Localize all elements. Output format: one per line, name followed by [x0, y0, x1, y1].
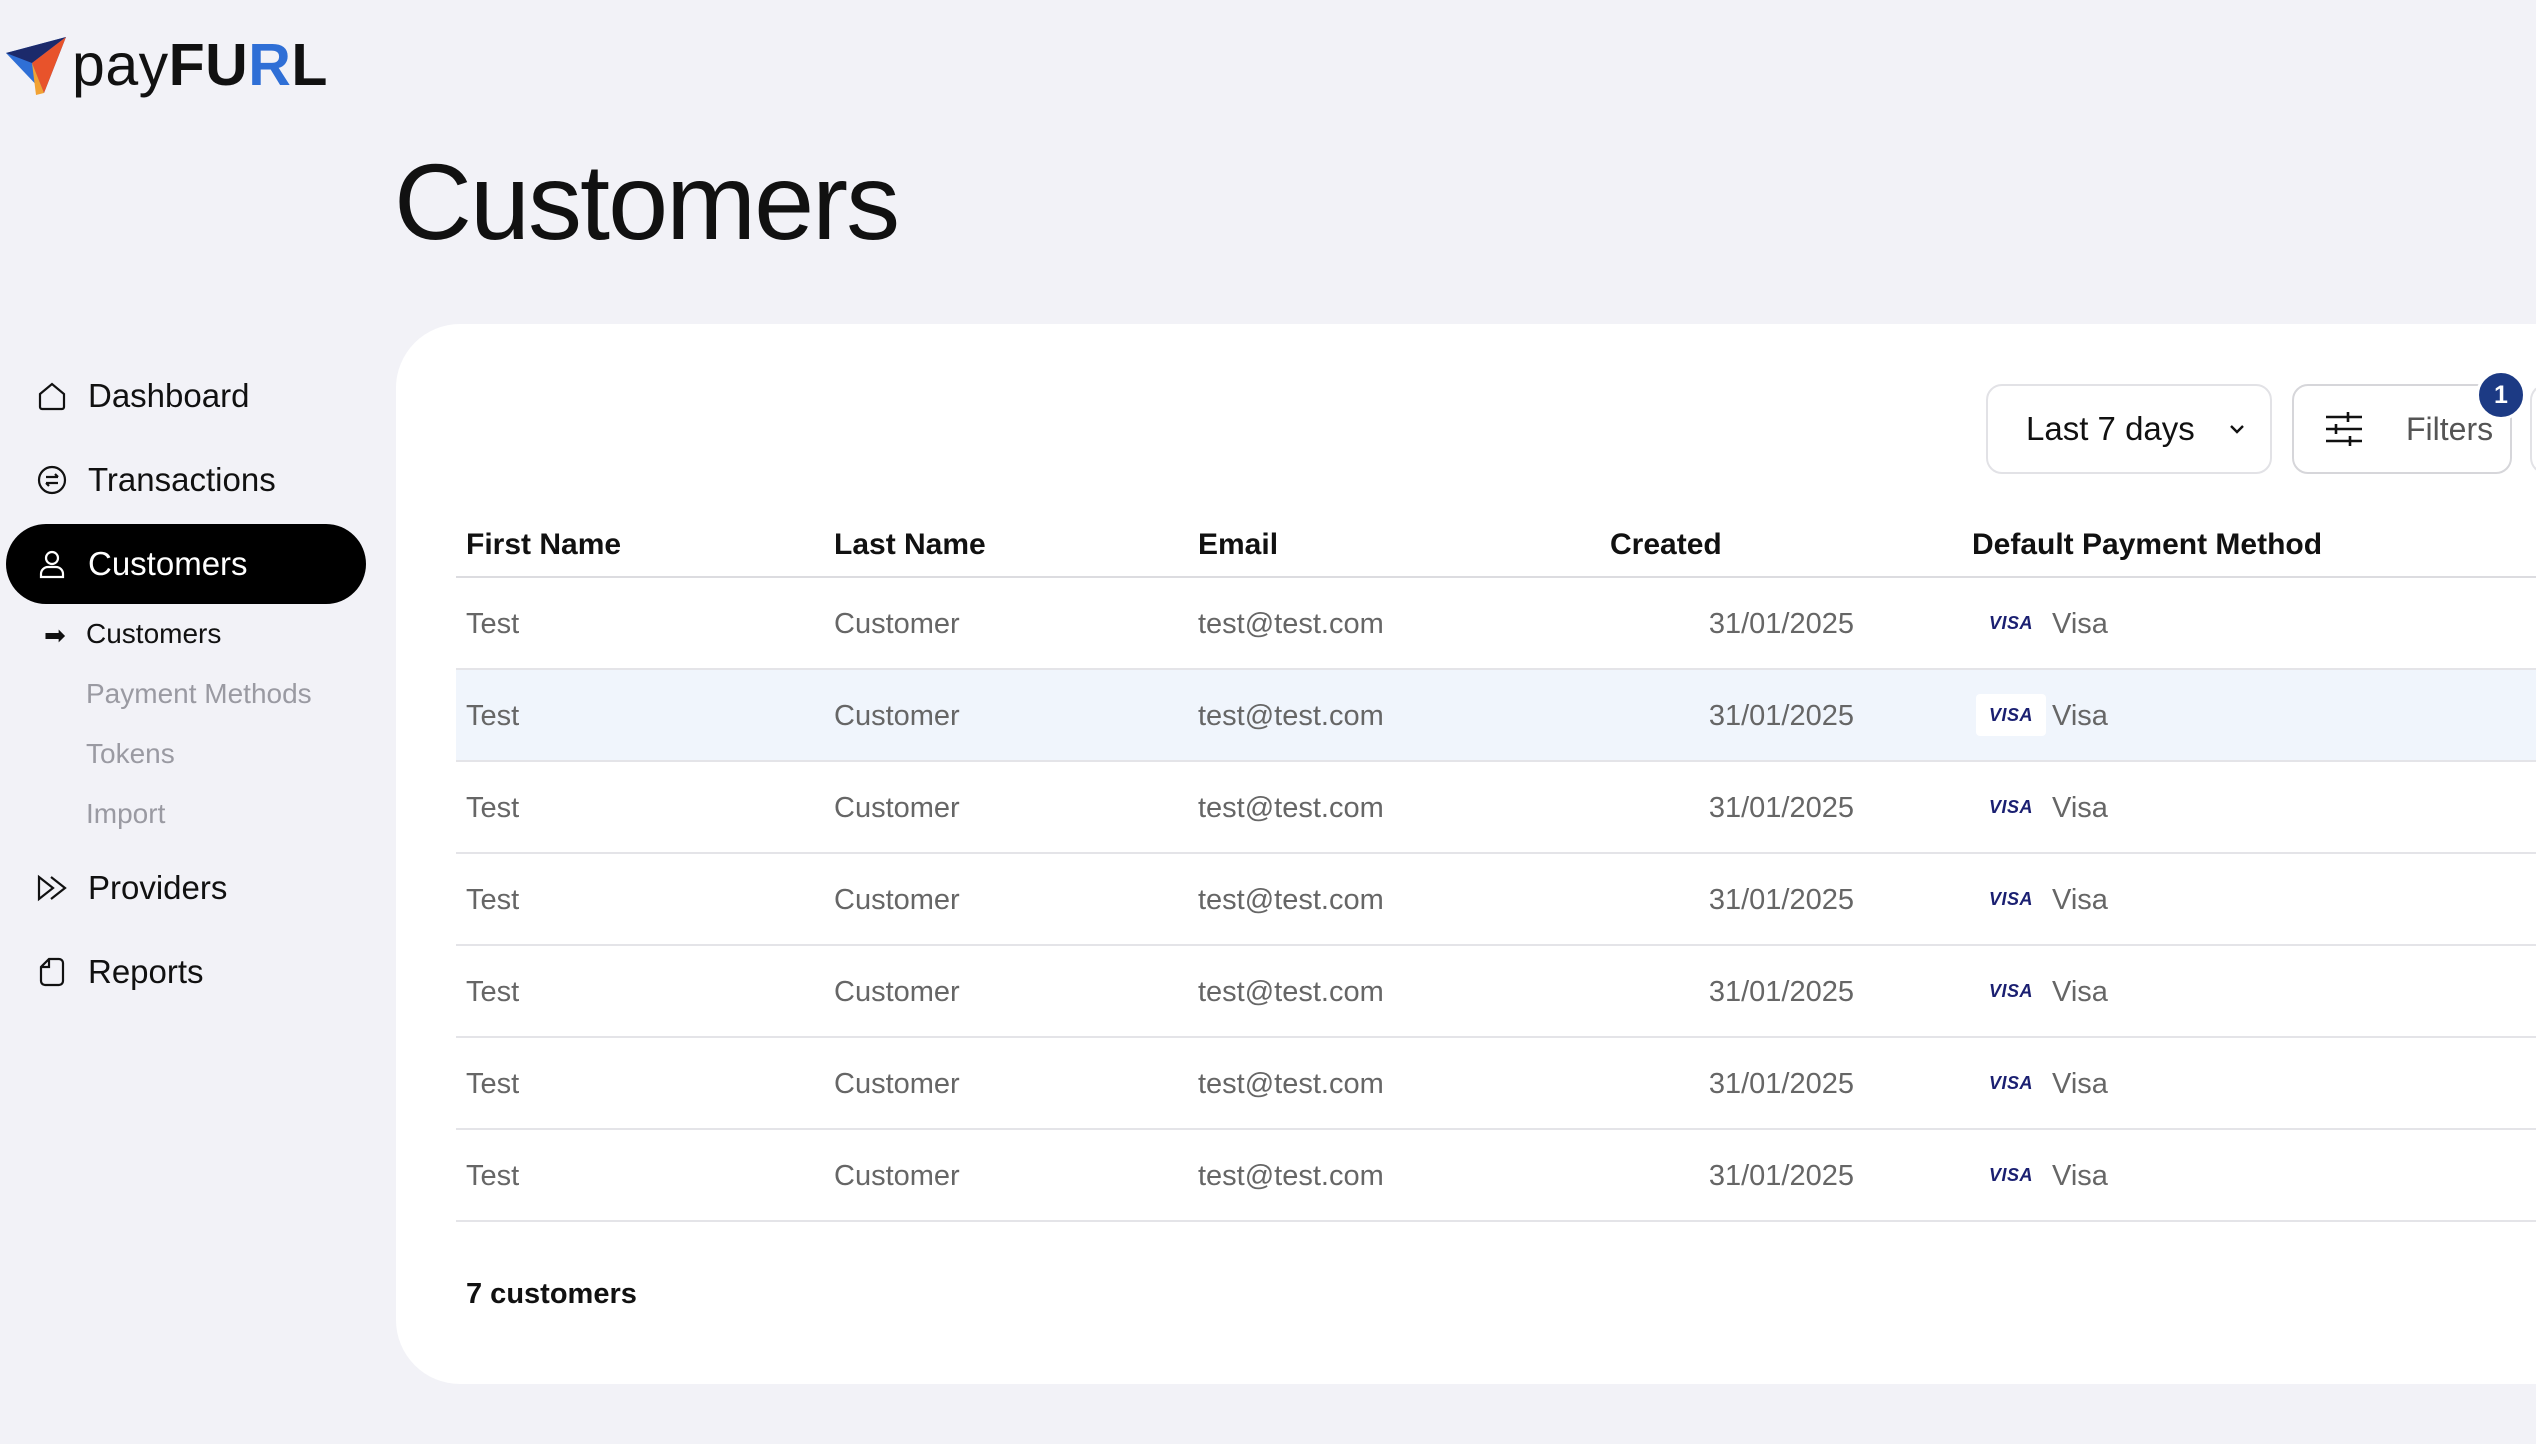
header-first-name[interactable]: First Name [466, 528, 621, 562]
cell-first-name: Test [466, 608, 520, 640]
cell-payment-method: Visa [2052, 700, 2108, 732]
cell-payment-method: Visa [2052, 1160, 2108, 1192]
visa-card-icon: VISA [1988, 980, 2033, 1001]
cell-last-name: Customer [834, 700, 960, 732]
paper-plane-logo-icon [6, 37, 66, 95]
cell-created: 31/01/2025 [1708, 976, 1854, 1008]
subnav-payment-methods[interactable]: Payment Methods [86, 678, 312, 710]
filters-label: Filters [2406, 410, 2494, 447]
cell-last-name: Customer [834, 976, 960, 1008]
visa-card-icon: VISA [1988, 796, 2033, 817]
cell-first-name: Test [466, 792, 520, 824]
visa-card-icon: VISA [1988, 888, 2033, 909]
cell-payment-method: Visa [2052, 608, 2108, 640]
cell-email: test@test.com [1198, 1160, 1384, 1192]
sidebar-item-customers[interactable]: Customers [6, 524, 366, 604]
cell-email: test@test.com [1198, 884, 1384, 916]
cell-created: 31/01/2025 [1708, 700, 1854, 732]
cell-first-name: Test [466, 976, 520, 1008]
sidebar-item-label: Transactions [88, 461, 276, 498]
header-last-name[interactable]: Last Name [834, 528, 986, 562]
sidebar-item-label: Customers [88, 545, 248, 582]
visa-card-icon: VISA [1976, 694, 2046, 736]
cell-last-name: Customer [834, 608, 960, 640]
table-row[interactable]: Test Customer test@test.com 31/01/2025 V… [456, 762, 2536, 854]
cell-created: 31/01/2025 [1708, 1068, 1854, 1100]
sidebar-item-label: Reports [88, 953, 204, 990]
cell-email: test@test.com [1198, 700, 1384, 732]
subnav-tokens[interactable]: Tokens [86, 738, 175, 770]
customers-table: First Name Last Name Email Created Defau… [456, 510, 2536, 1222]
sidebar-item-reports[interactable]: Reports [6, 932, 366, 1012]
date-range-select[interactable]: Last 7 days [1986, 384, 2272, 474]
cell-payment-method: Visa [2052, 976, 2108, 1008]
customer-count: 7 customers [466, 1278, 637, 1310]
cell-email: test@test.com [1198, 608, 1384, 640]
cell-last-name: Customer [834, 1068, 960, 1100]
cell-created: 31/01/2025 [1708, 884, 1854, 916]
cell-email: test@test.com [1198, 792, 1384, 824]
header-created[interactable]: Created [1610, 528, 1722, 562]
visa-card-icon: VISA [1988, 1072, 2033, 1093]
header-default-payment-method[interactable]: Default Payment Method [1972, 528, 2322, 562]
table-row[interactable]: Test Customer test@test.com 31/01/2025 V… [456, 946, 2536, 1038]
cell-last-name: Customer [834, 792, 960, 824]
table-header: First Name Last Name Email Created Defau… [456, 510, 2536, 578]
user-icon [34, 546, 70, 582]
date-range-value: Last 7 days [2026, 410, 2195, 447]
sidebar-item-providers[interactable]: Providers [6, 848, 366, 928]
sidebar-item-label: Providers [88, 869, 228, 906]
cell-created: 31/01/2025 [1708, 792, 1854, 824]
sidebar-item-dashboard[interactable]: Dashboard [6, 356, 366, 436]
home-icon [34, 378, 70, 414]
sidebar-item-transactions[interactable]: Transactions [6, 440, 366, 520]
filter-count-badge: 1 [2476, 370, 2526, 420]
table-row[interactable]: Test Customer test@test.com 31/01/2025 V… [456, 1038, 2536, 1130]
chevron-down-icon [2230, 425, 2244, 434]
subnav-import[interactable]: Import [86, 798, 165, 830]
more-actions-button[interactable] [2530, 384, 2536, 474]
cell-payment-method: Visa [2052, 1068, 2108, 1100]
payfurl-logo[interactable]: payFURL [6, 30, 328, 100]
exchange-icon [34, 462, 70, 498]
visa-card-icon: VISA [1988, 612, 2033, 633]
cell-created: 31/01/2025 [1708, 608, 1854, 640]
table-row[interactable]: Test Customer test@test.com 31/01/2025 V… [456, 854, 2536, 946]
header-email[interactable]: Email [1198, 528, 1278, 562]
table-row[interactable]: Test Customer test@test.com 31/01/2025 V… [456, 578, 2536, 670]
visa-card-icon: VISA [1988, 1164, 2033, 1185]
cell-email: test@test.com [1198, 976, 1384, 1008]
cell-email: test@test.com [1198, 1068, 1384, 1100]
document-icon [34, 954, 70, 990]
cell-first-name: Test [466, 1068, 520, 1100]
logo-wordmark: payFURL [72, 31, 328, 98]
cell-first-name: Test [466, 1160, 520, 1192]
forward-icon [34, 870, 70, 906]
cell-payment-method: Visa [2052, 884, 2108, 916]
arrow-right-icon: ➡ [44, 620, 66, 650]
cell-last-name: Customer [834, 1160, 960, 1192]
sliders-icon [2326, 412, 2362, 446]
subnav-customers[interactable]: Customers [86, 618, 221, 650]
page-title: Customers [394, 141, 900, 262]
sidebar-item-label: Dashboard [88, 377, 250, 414]
cell-last-name: Customer [834, 884, 960, 916]
table-row[interactable]: Test Customer test@test.com 31/01/2025 V… [456, 670, 2536, 762]
cell-first-name: Test [466, 884, 520, 916]
table-row[interactable]: Test Customer test@test.com 31/01/2025 V… [456, 1130, 2536, 1222]
cell-created: 31/01/2025 [1708, 1160, 1854, 1192]
cell-payment-method: Visa [2052, 792, 2108, 824]
cell-first-name: Test [466, 700, 520, 732]
